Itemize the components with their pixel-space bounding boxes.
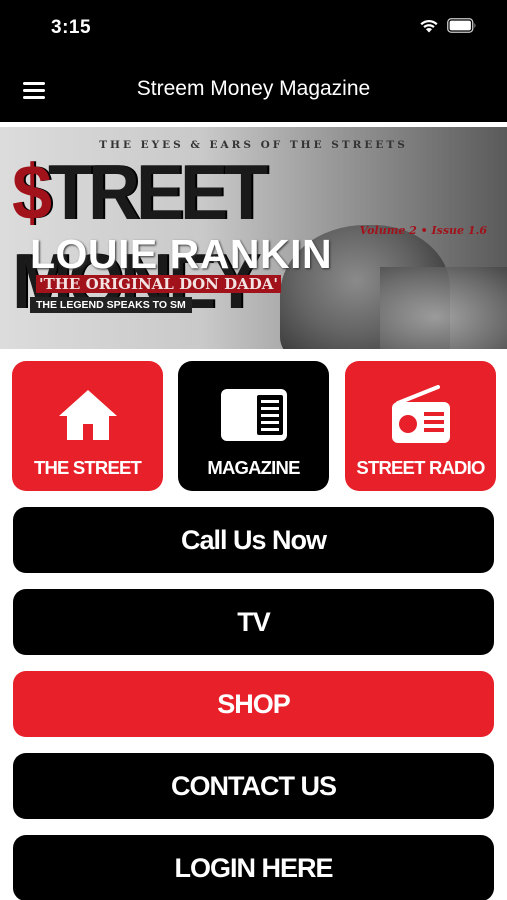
contact-us-button[interactable]: CONTACT US — [13, 753, 494, 819]
status-bar: 3:15 — [0, 0, 507, 62]
banner-subtitle: 'THE ORIGINAL DON DADA' — [36, 275, 281, 293]
battery-icon — [447, 18, 476, 33]
home-icon — [58, 390, 117, 440]
magazine-cover-banner[interactable]: THE EYES & EARS OF THE STREETS $TREET MO… — [0, 127, 507, 349]
tile-the-street[interactable]: THE STREET — [12, 361, 163, 491]
banner-issue: Volume 2 • Issue 1.6 — [359, 224, 487, 237]
tile-magazine[interactable]: MAGAZINE — [178, 361, 329, 491]
banner-legend: THE LEGEND SPEAKS TO SM — [30, 297, 192, 313]
tv-button[interactable]: TV — [13, 589, 494, 655]
tile-label: MAGAZINE — [207, 457, 300, 478]
tile-street-radio[interactable]: STREET RADIO — [345, 361, 496, 491]
banner-title-dollar: $ — [12, 150, 52, 237]
status-icons — [419, 18, 477, 33]
page-title: Streem Money Magazine — [136, 77, 371, 100]
call-us-now-button[interactable]: Call Us Now — [13, 507, 494, 573]
newspaper-icon — [220, 389, 287, 441]
shop-button[interactable]: SHOP — [13, 671, 494, 737]
banner-name: LOUIE RANKIN — [30, 231, 333, 277]
navigation-bar: Streem Money Magazine — [0, 62, 507, 122]
login-here-button[interactable]: LOGIN HERE — [13, 835, 494, 900]
tile-row: THE STREET MAGAZINE STREET RADIO — [0, 361, 507, 491]
status-time: 3:15 — [51, 17, 92, 38]
tile-label: STREET RADIO — [356, 457, 485, 478]
tile-label: THE STREET — [33, 457, 142, 478]
radio-icon — [391, 385, 450, 443]
wifi-icon — [420, 19, 438, 33]
